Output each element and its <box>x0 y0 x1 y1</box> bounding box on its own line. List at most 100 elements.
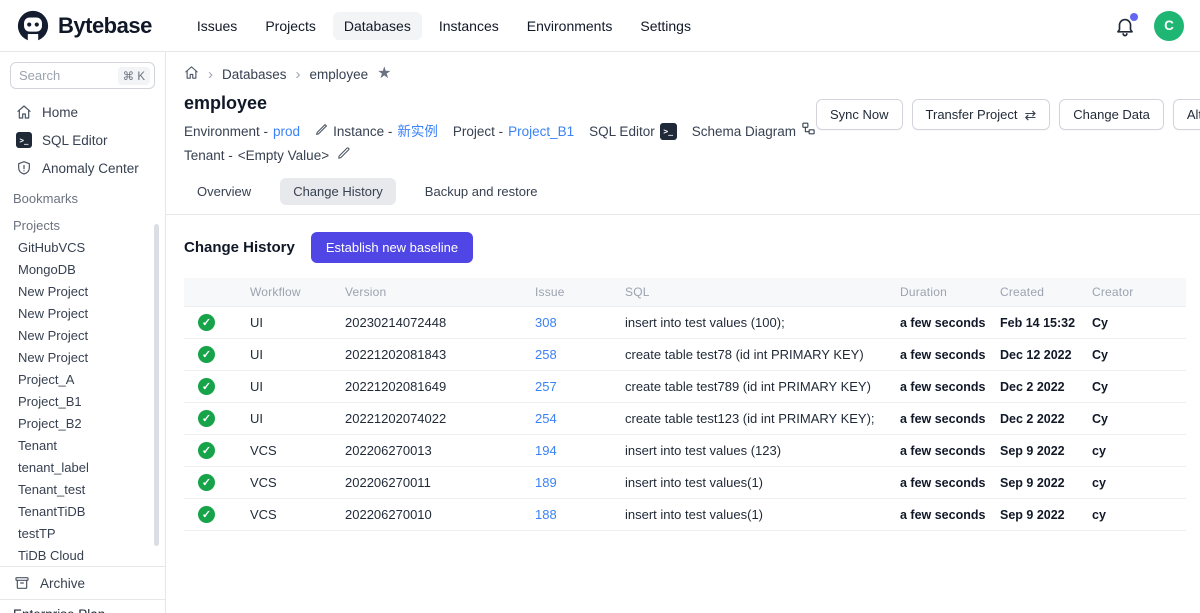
sidebar-project-item[interactable]: New Project <box>0 324 165 346</box>
sidebar-project-item[interactable]: Project_B2 <box>0 412 165 434</box>
bytebase-logo[interactable]: Bytebase <box>16 9 152 43</box>
meta-sql-editor[interactable]: SQL Editor >_ <box>589 121 677 142</box>
transfer-arrows-icon: ⇄ <box>1025 108 1037 122</box>
breadcrumb-employee[interactable]: employee <box>310 67 369 82</box>
column-version: Version <box>337 278 527 307</box>
tab-backup-and-restore[interactable]: Backup and restore <box>412 178 551 205</box>
cell-version: 202206270010 <box>337 499 527 531</box>
breadcrumb-databases[interactable]: Databases <box>222 67 287 82</box>
bookmark-star-icon[interactable]: ★ <box>377 66 391 82</box>
edit-pencil-icon[interactable] <box>337 145 351 166</box>
nav-item-databases[interactable]: Databases <box>333 12 422 40</box>
sidebar-section-bookmarks[interactable]: Bookmarks <box>0 182 165 209</box>
sidebar-project-item[interactable]: Project_B1 <box>0 390 165 412</box>
cell-created: Dec 2 2022 <box>992 371 1084 403</box>
chevron-right-icon: › <box>208 67 213 82</box>
meta-schema-diagram[interactable]: Schema Diagram <box>692 121 816 142</box>
nav-item-settings[interactable]: Settings <box>629 12 702 40</box>
cell-sql: create table test78 (id int PRIMARY KEY) <box>617 339 892 371</box>
notification-bell-icon[interactable] <box>1114 15 1136 37</box>
cell-creator: Cy <box>1084 371 1186 403</box>
issue-link[interactable]: 258 <box>535 347 557 362</box>
table-row[interactable]: ✓ UI 20230214072448 308 insert into test… <box>184 307 1186 339</box>
cell-duration: a few seconds <box>892 435 992 467</box>
column-sql: SQL <box>617 278 892 307</box>
change-data-button[interactable]: Change Data <box>1059 99 1164 130</box>
sidebar-project-item[interactable]: Project_A <box>0 368 165 390</box>
cell-version: 202206270013 <box>337 435 527 467</box>
environment-link[interactable]: prod <box>273 121 300 142</box>
cell-duration: a few seconds <box>892 339 992 371</box>
nav-item-instances[interactable]: Instances <box>428 12 510 40</box>
sidebar-project-item[interactable]: TenantTiDB <box>0 500 165 522</box>
search-box[interactable]: ⌘ K <box>10 62 155 89</box>
tab-overview[interactable]: Overview <box>184 178 264 205</box>
sidebar-project-item[interactable]: TiDB Cloud <box>0 544 165 566</box>
sidebar: ⌘ K Home >_ SQL Editor <box>0 52 166 613</box>
sidebar-item-archive[interactable]: Archive <box>0 567 165 599</box>
meta-project: Project - Project_B1 <box>453 121 574 142</box>
brand-name: Bytebase <box>58 13 152 39</box>
cell-created: Dec 12 2022 <box>992 339 1084 371</box>
nav-item-environments[interactable]: Environments <box>516 12 624 40</box>
meta-tenant: Tenant - <Empty Value> <box>184 145 351 166</box>
section-title: Change History <box>184 239 295 256</box>
issue-link[interactable]: 254 <box>535 411 557 426</box>
page-title: employee <box>184 93 816 114</box>
table-header-row: Workflow Version Issue SQL Duration Crea… <box>184 278 1186 307</box>
terminal-icon: >_ <box>660 123 677 140</box>
sidebar-section-projects[interactable]: Projects <box>0 209 165 236</box>
cell-workflow: VCS <box>242 467 337 499</box>
nav-item-projects[interactable]: Projects <box>254 12 327 40</box>
tab-change-history[interactable]: Change History <box>280 178 396 205</box>
sidebar-project-item[interactable]: New Project <box>0 302 165 324</box>
user-avatar[interactable]: C <box>1154 11 1184 41</box>
sidebar-scrollbar[interactable] <box>154 224 159 546</box>
search-input[interactable] <box>19 68 118 83</box>
sidebar-project-item[interactable]: testTP <box>0 522 165 544</box>
sidebar-item-sql-editor[interactable]: >_ SQL Editor <box>0 126 165 154</box>
nav-item-issues[interactable]: Issues <box>186 12 248 40</box>
cell-version: 20221202081649 <box>337 371 527 403</box>
establish-baseline-button[interactable]: Establish new baseline <box>311 232 473 263</box>
table-row[interactable]: ✓ UI 20221202081649 257 create table tes… <box>184 371 1186 403</box>
cell-version: 202206270011 <box>337 467 527 499</box>
instance-link[interactable]: 新实例 <box>397 121 438 142</box>
cell-version: 20221202081843 <box>337 339 527 371</box>
sidebar-project-item[interactable]: GitHubVCS <box>0 236 165 258</box>
sidebar-project-item[interactable]: tenant_label <box>0 456 165 478</box>
sidebar-item-home[interactable]: Home <box>0 98 165 126</box>
table-row[interactable]: ✓ UI 20221202081843 258 create table tes… <box>184 339 1186 371</box>
issue-link[interactable]: 189 <box>535 475 557 490</box>
sidebar-item-anomaly-center[interactable]: Anomaly Center <box>0 154 165 182</box>
transfer-project-button[interactable]: Transfer Project ⇄ <box>912 99 1051 130</box>
issue-link[interactable]: 194 <box>535 443 557 458</box>
sidebar-project-item[interactable]: New Project <box>0 346 165 368</box>
meta-instance: Instance - 新实例 <box>315 121 438 142</box>
project-link[interactable]: Project_B1 <box>508 121 574 142</box>
table-row[interactable]: ✓ VCS 202206270013 194 insert into test … <box>184 435 1186 467</box>
sidebar-project-item[interactable]: Tenant <box>0 434 165 456</box>
table-row[interactable]: ✓ UI 20221202074022 254 create table tes… <box>184 403 1186 435</box>
sidebar-project-item[interactable]: New Project <box>0 280 165 302</box>
cell-created: Sep 9 2022 <box>992 499 1084 531</box>
shield-icon <box>16 160 32 176</box>
issue-link[interactable]: 188 <box>535 507 557 522</box>
cell-sql: create table test123 (id int PRIMARY KEY… <box>617 403 892 435</box>
sync-now-button[interactable]: Sync Now <box>816 99 903 130</box>
table-row[interactable]: ✓ VCS 202206270011 189 insert into test … <box>184 467 1186 499</box>
cell-sql: insert into test values(1) <box>617 467 892 499</box>
success-check-icon: ✓ <box>198 474 215 491</box>
breadcrumb-home-icon[interactable] <box>184 65 199 83</box>
instance-engine-icon <box>315 121 328 142</box>
sidebar-project-item[interactable]: MongoDB <box>0 258 165 280</box>
cell-sql: insert into test values(1) <box>617 499 892 531</box>
cell-workflow: UI <box>242 371 337 403</box>
alter-schema-button[interactable]: Alter Schema <box>1173 99 1200 130</box>
issue-link[interactable]: 308 <box>535 315 557 330</box>
notification-dot <box>1130 13 1138 21</box>
issue-link[interactable]: 257 <box>535 379 557 394</box>
sidebar-project-item[interactable]: Tenant_test <box>0 478 165 500</box>
table-row[interactable]: ✓ VCS 202206270010 188 insert into test … <box>184 499 1186 531</box>
success-check-icon: ✓ <box>198 378 215 395</box>
